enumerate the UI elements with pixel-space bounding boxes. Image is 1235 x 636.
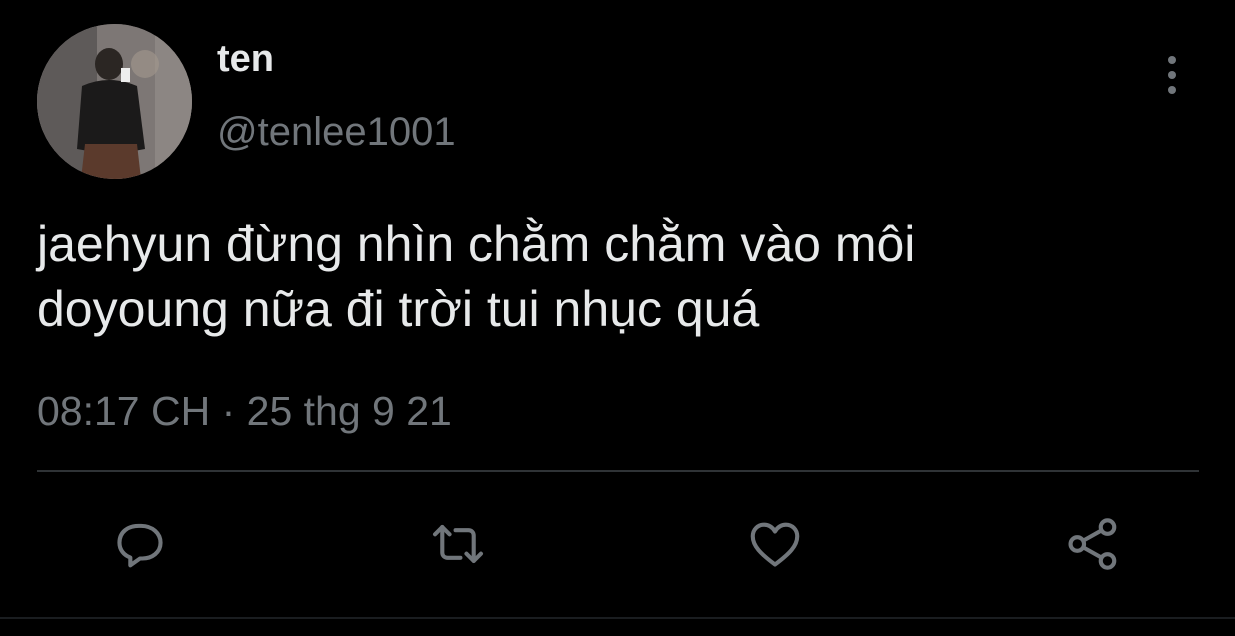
reply-button[interactable] xyxy=(110,514,170,574)
retweet-button[interactable] xyxy=(428,514,488,574)
avatar[interactable] xyxy=(37,24,192,179)
reply-icon xyxy=(117,523,163,568)
share-button[interactable] xyxy=(1063,514,1123,574)
author-handle[interactable]: @tenlee1001 xyxy=(217,110,456,155)
divider xyxy=(37,470,1199,472)
like-button[interactable] xyxy=(745,514,805,574)
share-icon xyxy=(1068,518,1117,570)
tweet-text-line: doyoung nữa đi trời tui nhục quá xyxy=(37,281,760,337)
tweet-timestamp[interactable]: 08:17 CH · 25 thg 9 21 xyxy=(37,388,452,435)
more-vertical-icon xyxy=(1168,56,1176,94)
avatar-image xyxy=(37,24,192,179)
tweet-text-line: jaehyun đừng nhìn chằm chằm vào môi xyxy=(37,216,916,272)
heart-icon xyxy=(750,522,800,567)
author-display-name[interactable]: ten xyxy=(217,38,274,81)
retweet-icon xyxy=(432,525,484,563)
more-options-button[interactable] xyxy=(1152,52,1192,98)
tweet-text: jaehyun đừng nhìn chằm chằm vào môi doyo… xyxy=(37,212,1197,342)
bottom-divider xyxy=(0,617,1235,619)
